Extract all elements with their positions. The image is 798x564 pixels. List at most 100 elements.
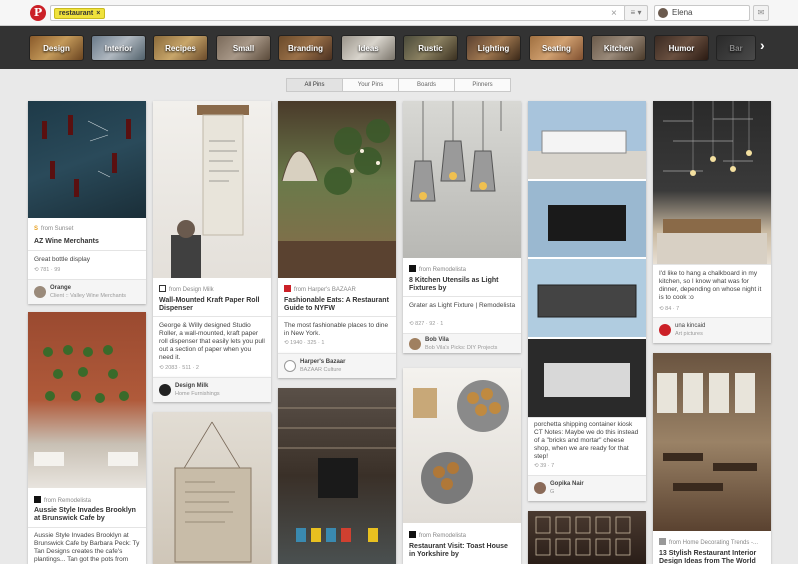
board-name[interactable]: Bob Vila's Picks: DIY Projects [425,345,497,351]
pin-image[interactable] [653,101,771,264]
category-interior[interactable]: Interior [91,35,146,61]
board-name[interactable]: G [550,489,554,495]
pin-title[interactable]: Restaurant Visit: Toast House in Yorkshi… [409,543,516,559]
pin-title[interactable]: AZ Wine Merchants [34,238,141,246]
divider [153,316,271,317]
pin-card[interactable]: from Remodelista Restaurant Visit: Toast… [403,368,521,564]
pin-card[interactable] [278,388,396,564]
pin-description: porchetta shipping container kiosk CT No… [534,421,639,460]
tab-your-pins[interactable]: Your Pins [342,78,399,92]
pinner-name[interactable]: una kincaid [675,323,705,329]
pin-stats-label: 2083 · 511 · 2 [165,365,199,371]
pin-image[interactable] [278,101,396,278]
pin-card[interactable]: from Remodelista 8 Kitchen Utensils as L… [403,101,521,353]
board-name[interactable]: Art pictures [675,331,703,337]
search-token-label: restaurant [59,10,94,17]
pin-footer[interactable]: una kincaid Art pictures [653,317,771,343]
pin-source[interactable]: from Home Decorating Trends -... [659,538,758,546]
messages-icon[interactable]: ✉ [753,5,769,21]
pin-card[interactable]: porchetta shipping container kiosk CT No… [528,101,646,501]
pin-image[interactable] [153,412,271,564]
pin-card[interactable]: Sfrom Sunset AZ Wine Merchants Great bot… [28,101,146,304]
category-humor[interactable]: Humor [654,35,709,61]
pin-stats-label: 781 · 99 [40,267,61,273]
pin-title[interactable]: 8 Kitchen Utensils as Light Fixtures by [409,277,516,293]
pin-footer[interactable]: Gopika Nair G [528,475,646,501]
pin-title[interactable]: 13 Stylish Restaurant Interior Design Id… [659,550,766,564]
category-bar[interactable]: Bar [716,35,756,61]
pin-image[interactable] [403,368,521,523]
pin-footer[interactable]: Harper's Bazaar BAZAAR Culture [278,353,396,378]
pin-card[interactable] [153,412,271,564]
top-bar: P restaurant × × ≡ ▾ Elena ✉ [0,0,798,26]
pin-stats: ⟲ 1940 · 325 · 1 [284,340,324,346]
pin-source[interactable]: from Remodelista [409,531,466,539]
pinner-avatar [284,360,296,372]
pin-image[interactable] [403,101,521,258]
category-kitchen[interactable]: Kitchen [591,35,646,61]
pinner-name[interactable]: Gopika Nair [550,481,584,487]
category-lighting[interactable]: Lighting [466,35,521,61]
pin-title[interactable]: Wall-Mounted Kraft Paper Roll Dispenser [159,297,266,313]
filter-tabs: All Pins Your Pins Boards Pinners [286,78,511,92]
board-name[interactable]: BAZAAR Culture [300,367,341,373]
clear-search-icon[interactable]: × [611,7,617,20]
pin-footer[interactable]: Bob Vila Bob Vila's Picks: DIY Projects [403,333,521,353]
category-small[interactable]: Small [216,35,271,61]
pin-card[interactable]: from Harper's BAZAAR Fashionable Eats: A… [278,101,396,353]
tab-all-pins[interactable]: All Pins [286,78,343,92]
pin-source[interactable]: Sfrom Sunset [34,226,73,232]
user-menu-button[interactable]: Elena [654,5,750,21]
pin-source[interactable]: from Harper's BAZAAR [284,285,356,293]
pin-stats: ⟲ 84 · 7 [659,306,679,312]
restaurant-interior-illustration [278,119,396,278]
pin-image[interactable] [28,101,146,218]
pin-source[interactable]: from Remodelista [409,265,466,273]
chip-close-icon[interactable]: × [96,10,100,17]
pin-source[interactable]: from Design Milk [159,285,214,293]
board-name[interactable]: Home Furnishings [175,391,220,397]
category-design[interactable]: Design [29,35,84,61]
next-categories-icon[interactable]: › [760,37,765,53]
pin-image[interactable] [653,353,771,531]
search-token-chip[interactable]: restaurant × [54,8,106,19]
board-name[interactable]: Client :: Valley Wine Merchants [50,293,126,299]
pin-card[interactable] [528,511,646,564]
pin-image[interactable] [528,101,646,417]
pin-stats-label: 1940 · 325 · 1 [290,340,325,346]
chalkboard-kitchen-illustration [657,101,767,264]
pin-title[interactable]: Fashionable Eats: A Restaurant Guide to … [284,297,391,313]
category-seating[interactable]: Seating [529,35,584,61]
category-rustic[interactable]: Rustic [403,35,458,61]
pin-footer[interactable]: Orange Client :: Valley Wine Merchants [28,279,146,304]
pinterest-logo-icon[interactable]: P [30,5,46,21]
category-branding[interactable]: Branding [278,35,333,61]
divider [528,417,646,418]
pin-description: Aussie Style Invades Brooklyn at Brunswi… [34,532,140,563]
pin-image[interactable] [153,101,271,278]
pin-description: I'd like to hang a chalkboard in my kitc… [659,270,762,301]
pin-title[interactable]: Aussie Style Invades Brooklyn at Brunswi… [34,507,141,523]
pinner-name[interactable]: Orange [50,285,71,291]
category-ideas[interactable]: Ideas [341,35,396,61]
tab-pinners[interactable]: Pinners [454,78,511,92]
pin-card[interactable]: from Design Milk Wall-Mounted Kraft Pape… [153,101,271,377]
source-icon: S [34,226,39,232]
pin-stats: ⟲ 781 · 99 [34,267,60,273]
pin-card[interactable]: from Remodelista Aussie Style Invades Br… [28,312,146,564]
pin-image[interactable] [28,312,146,488]
menu-dropdown-button[interactable]: ≡ ▾ [624,5,648,21]
pin-footer[interactable]: Design Milk Home Furnishings [153,377,271,402]
pinner-name[interactable]: Bob Vila [425,337,449,343]
pin-card[interactable]: I'd like to hang a chalkboard in my kitc… [653,101,771,343]
pinner-name[interactable]: Design Milk [175,383,208,389]
category-recipes[interactable]: Recipes [153,35,208,61]
pin-card[interactable]: from Home Decorating Trends -... 13 Styl… [653,353,771,564]
pin-image[interactable] [278,388,396,564]
pin-description: The most fashionable places to dine in N… [284,322,389,337]
tab-boards[interactable]: Boards [398,78,455,92]
pin-image[interactable] [528,511,646,564]
pinner-name[interactable]: Harper's Bazaar [300,359,345,365]
search-input[interactable]: restaurant × × [50,5,626,21]
pin-source[interactable]: from Remodelista [34,496,91,504]
